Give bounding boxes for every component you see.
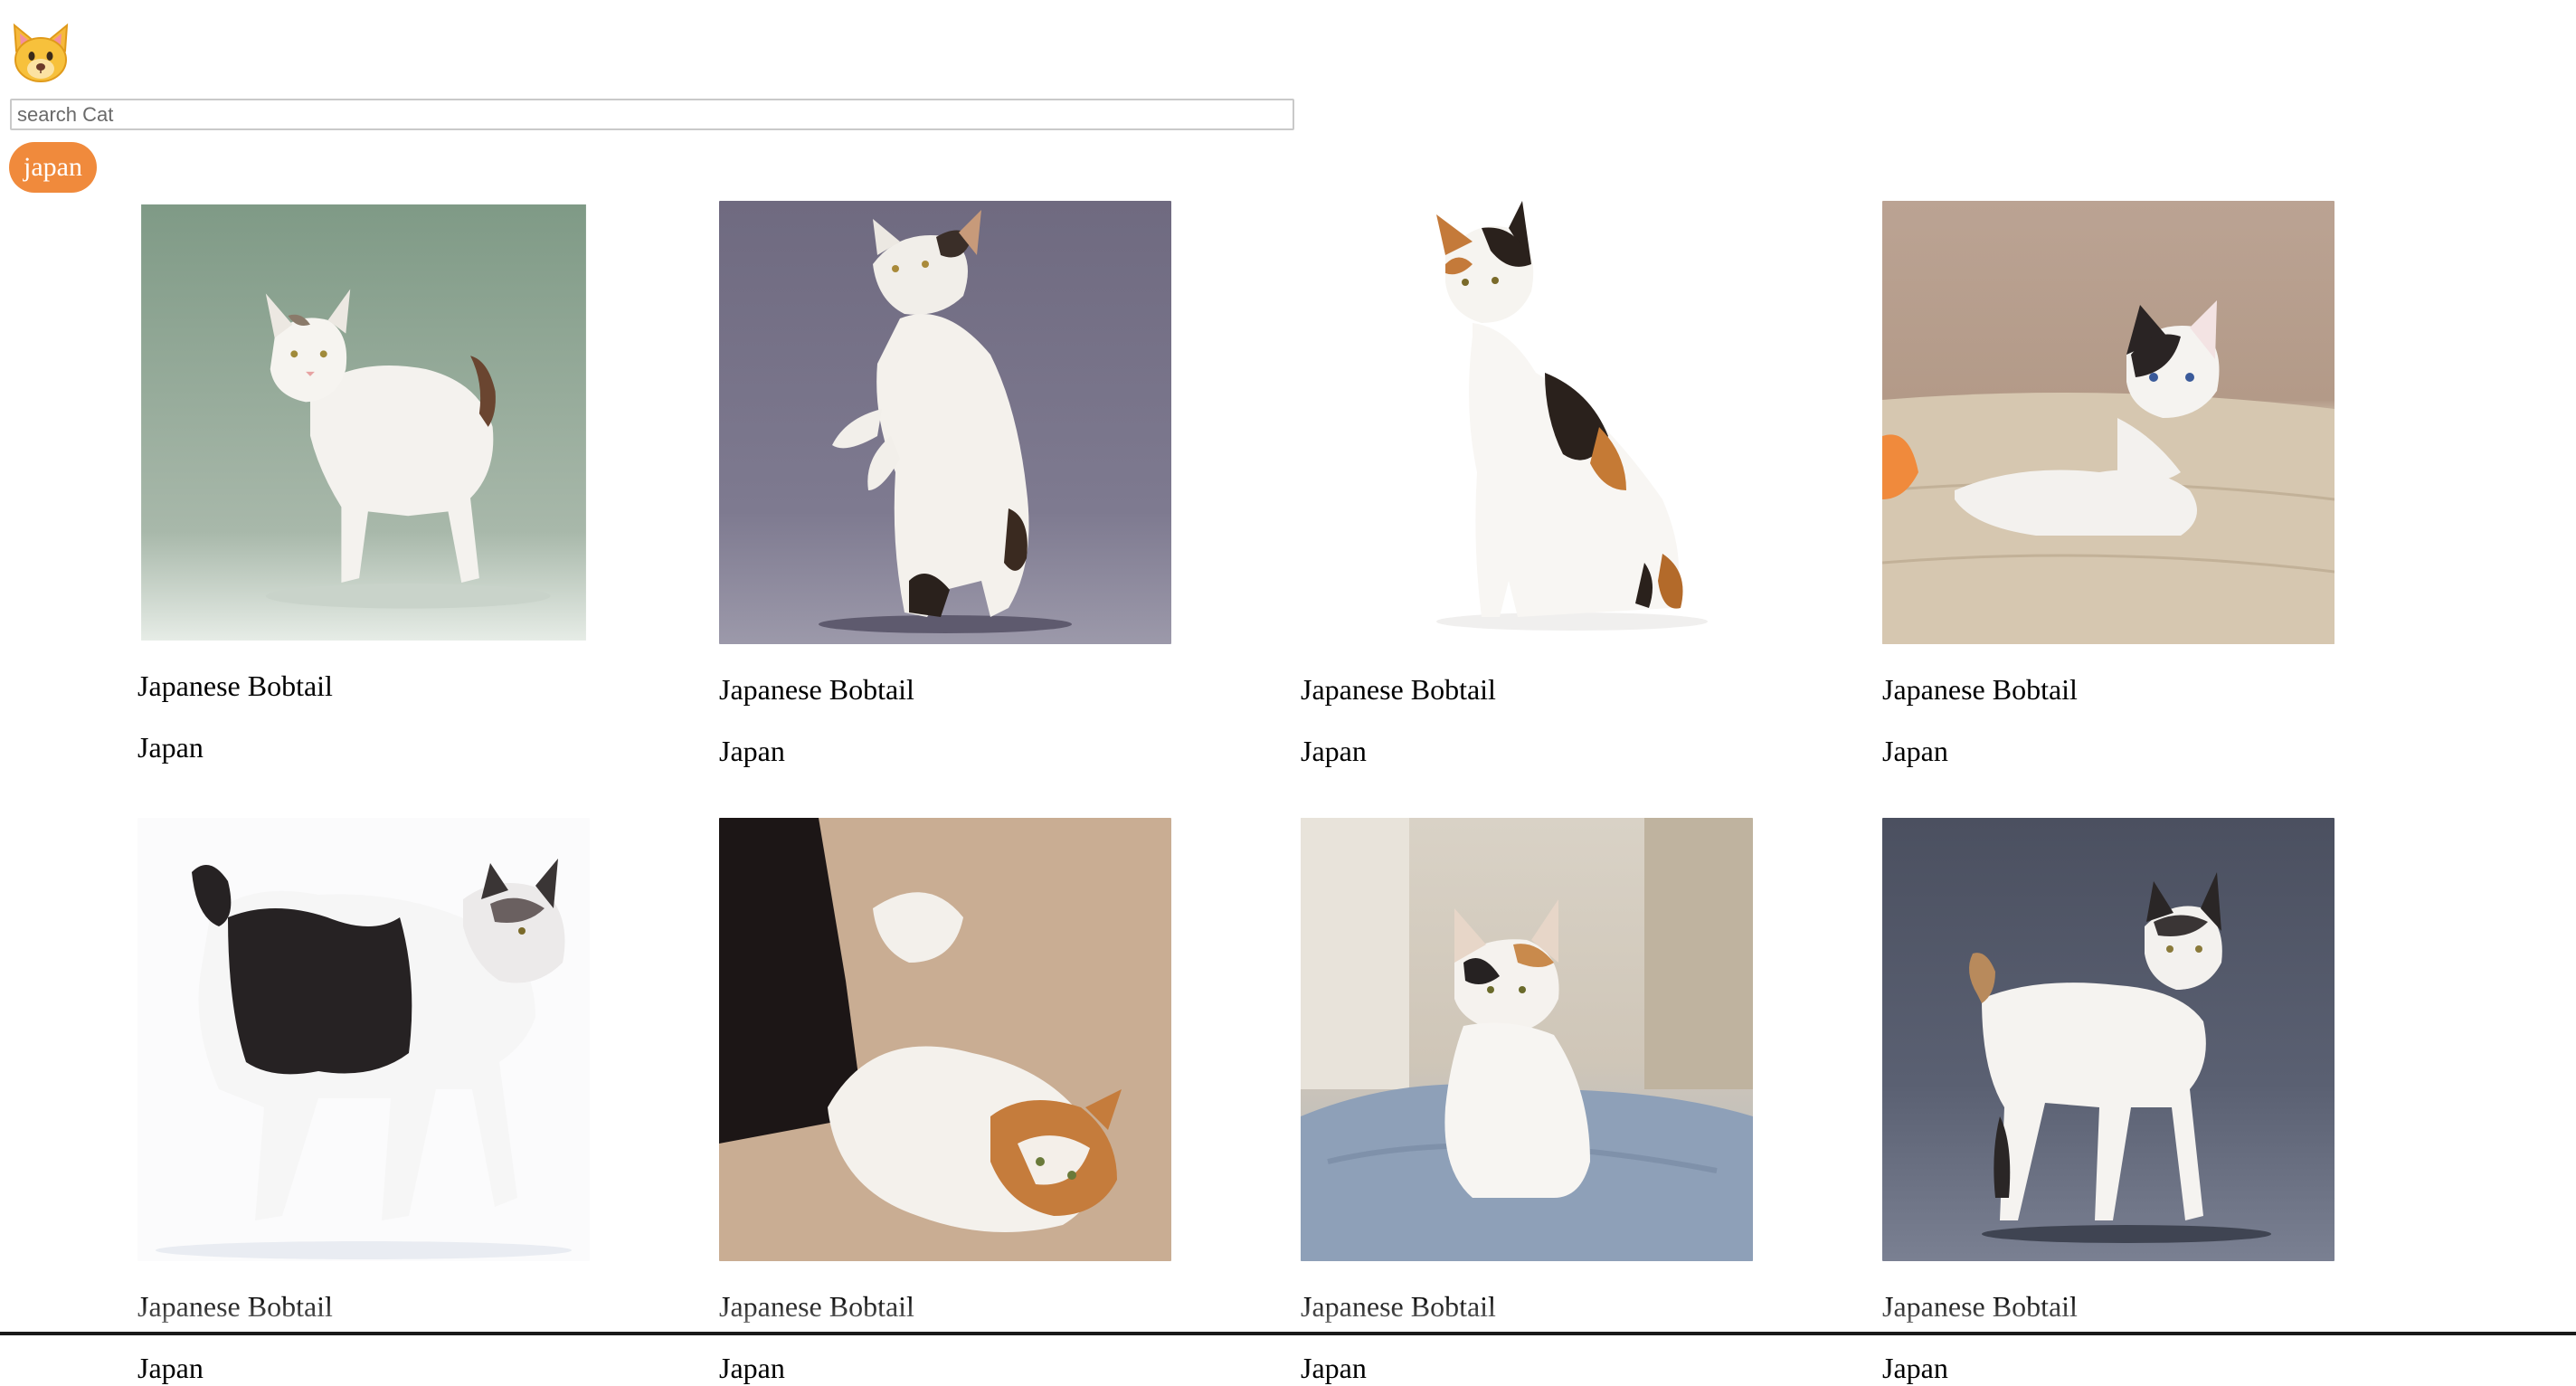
cat-name: Japanese Bobtail bbox=[1301, 1290, 1496, 1323]
cat-card[interactable]: Japanese Bobtail Japan bbox=[1301, 201, 1753, 769]
cat-photo bbox=[1882, 201, 2334, 644]
cat-card[interactable]: Japanese Bobtail Japan bbox=[1882, 818, 2334, 1386]
viewport-bottom-edge bbox=[0, 1332, 2576, 1335]
cat-photo bbox=[1301, 201, 1753, 644]
filter-chip-japan[interactable]: japan bbox=[9, 142, 97, 193]
cat-name: Japanese Bobtail bbox=[719, 1290, 914, 1323]
cat-card[interactable]: Japanese Bobtail Japan bbox=[1301, 818, 1753, 1386]
search-input[interactable] bbox=[10, 99, 1294, 130]
cat-origin: Japan bbox=[1882, 735, 1948, 767]
cat-origin: Japan bbox=[137, 731, 204, 764]
cat-card[interactable]: Japanese Bobtail Japan bbox=[719, 818, 1171, 1386]
cat-name: Japanese Bobtail bbox=[1882, 673, 2078, 706]
cat-origin: Japan bbox=[1301, 735, 1367, 767]
cat-card[interactable]: Japanese Bobtail Japan bbox=[137, 818, 590, 1386]
cat-photo bbox=[1882, 818, 2334, 1261]
cat-name: Japanese Bobtail bbox=[719, 673, 914, 706]
cat-photo bbox=[719, 818, 1171, 1261]
cat-name: Japanese Bobtail bbox=[137, 1290, 333, 1323]
cat-photo bbox=[719, 201, 1171, 644]
cat-name: Japanese Bobtail bbox=[1882, 1290, 2078, 1323]
cat-name: Japanese Bobtail bbox=[137, 669, 333, 702]
cat-photo bbox=[141, 204, 586, 641]
cat-face-icon bbox=[13, 23, 69, 83]
cat-card-grid: Japanese Bobtail Japan Japanese Bobtail … bbox=[137, 201, 2435, 1386]
cat-origin: Japan bbox=[719, 735, 785, 767]
cat-card[interactable]: Japanese Bobtail Japan bbox=[1882, 201, 2334, 769]
cat-card[interactable]: Japanese Bobtail Japan bbox=[719, 201, 1171, 769]
cat-card[interactable]: Japanese Bobtail Japan bbox=[137, 201, 590, 769]
cat-photo bbox=[1301, 818, 1753, 1261]
cat-name: Japanese Bobtail bbox=[1301, 673, 1496, 706]
cat-photo bbox=[137, 818, 590, 1261]
